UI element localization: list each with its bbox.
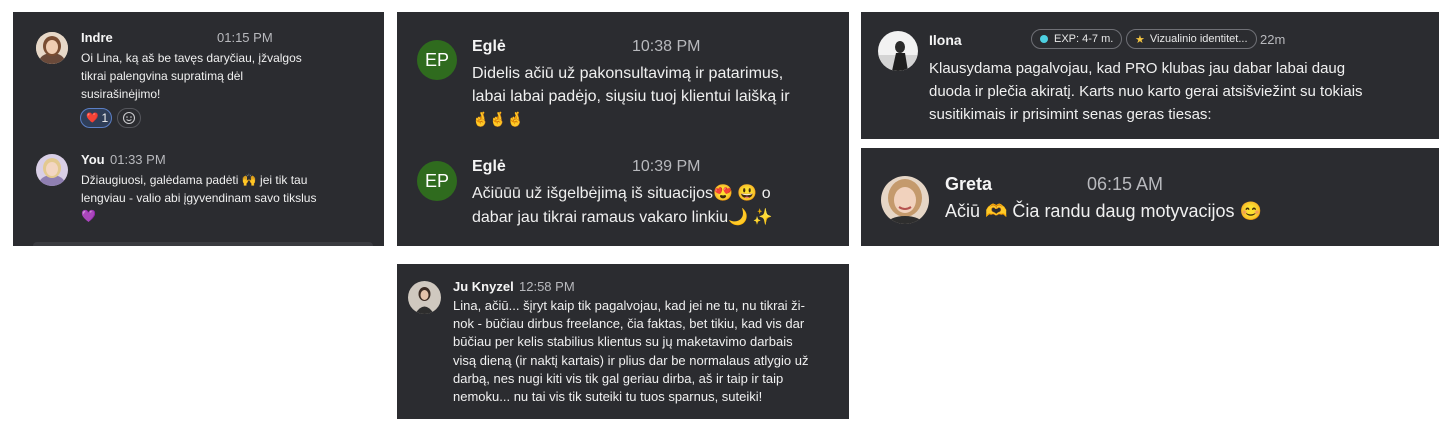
message-text: Ačiūūū už išgelbėjimą iš situacijos😍 😃 o… bbox=[472, 182, 772, 230]
message-author[interactable]: Ilona bbox=[929, 32, 962, 48]
message-timestamp: 06:15 AM bbox=[1087, 174, 1164, 194]
message-author[interactable]: Eglė bbox=[472, 38, 506, 56]
experience-badge[interactable]: EXP: 4-7 m. bbox=[1031, 29, 1123, 49]
avatar-you[interactable] bbox=[36, 154, 68, 186]
avatar-ilona-image bbox=[878, 31, 918, 71]
message-line: lengviau - valio abi įgyvendinam savo ti… bbox=[81, 191, 317, 205]
avatar-greta-image bbox=[881, 176, 929, 224]
chat-card-greta: Greta 06:15 AM Ačiū 🫶 Čia randu daug mot… bbox=[861, 148, 1439, 246]
message-line: susirašinėjimo! bbox=[81, 87, 161, 101]
message-text: Didelis ačiū už pakonsultavimą ir patari… bbox=[472, 62, 790, 131]
message-line: Lina, ačiū... šįryt kaip tik pagalvojau,… bbox=[453, 298, 805, 313]
message-line: 🤞🤞🤞 bbox=[472, 111, 525, 127]
message-line: 💜 bbox=[81, 209, 96, 223]
message-timestamp: 10:39 PM bbox=[632, 158, 701, 175]
message-text: Lina, ačiū... šįryt kaip tik pagalvojau,… bbox=[453, 297, 809, 406]
message-line: dabar jau tikrai ramaus vakaro linkiu🌙 ✨ bbox=[472, 209, 773, 226]
message-author[interactable]: Indre bbox=[81, 30, 113, 45]
avatar-egle[interactable]: EP bbox=[417, 40, 457, 80]
avatar-greta[interactable] bbox=[881, 176, 929, 224]
avatar-egle[interactable]: EP bbox=[417, 161, 457, 201]
message-line: Džiaugiuosi, galėdama padėti 🙌 jei tik t… bbox=[81, 173, 308, 187]
avatar-ju-image bbox=[408, 281, 441, 314]
message-line: darbą, nes nugi kiti vis tik gal geriau … bbox=[453, 370, 784, 386]
avatar-initials: EP bbox=[424, 170, 449, 191]
chat-card-indre: Indre 01:15 PM Oi Lina, ką aš be tavęs d… bbox=[13, 12, 384, 246]
avatar-ilona[interactable] bbox=[878, 31, 918, 71]
chat-card-egle: EP Eglė 10:38 PM Didelis ačiū už pakonsu… bbox=[397, 12, 849, 246]
heart-emoji-icon: ❤️ bbox=[86, 112, 99, 124]
message-line: Oi Lina, ką aš be tavęs daryčiau, įžvalg… bbox=[81, 51, 302, 65]
message-line: Klausydama pagalvojau, kad PRO klubas ja… bbox=[929, 60, 1346, 77]
message-line: Ačiūūū už išgelbėjimą iš situacijos😍 😃 o bbox=[472, 185, 771, 202]
badge-label: EXP: 4-7 m. bbox=[1054, 33, 1114, 45]
smiley-add-icon bbox=[122, 111, 136, 125]
reaction-count: 1 bbox=[101, 111, 109, 125]
message-author[interactable]: You bbox=[81, 152, 105, 167]
message-line: visą dieną (ir naktį kartais) ir plius d… bbox=[453, 352, 809, 368]
message-author[interactable]: Greta bbox=[945, 174, 992, 195]
message-line: būčiau per kelis stabilius klientus su j… bbox=[453, 334, 793, 350]
message-line: Didelis ačiū už pakonsultavimą ir patari… bbox=[472, 65, 784, 82]
message-line: nok - būčiau dirbus freelance, čia fakta… bbox=[453, 316, 805, 332]
message-text: Ačiū 🫶 Čia randu daug motyvacijos 😊 bbox=[945, 201, 1262, 221]
message-author[interactable]: Eglė bbox=[472, 158, 506, 176]
reaction-heart[interactable]: ❤️ 1 bbox=[80, 108, 112, 128]
avatar-you-image bbox=[36, 154, 68, 186]
experience-dot-icon bbox=[1040, 35, 1048, 43]
message-text: Oi Lina, ką aš be tavęs daryčiau, įžvalg… bbox=[81, 49, 302, 103]
message-line: duoda ir plečia akiratį. Karts nuo karto… bbox=[929, 83, 1363, 100]
message-line: tikrai palengvina supratimą dėl bbox=[81, 69, 244, 83]
message-line: nemoku... nu tai vis tik suteiki tu tuos… bbox=[453, 389, 763, 405]
avatar-ju[interactable] bbox=[408, 281, 441, 314]
star-icon: ★ bbox=[1135, 33, 1145, 46]
avatar-indre-image bbox=[36, 32, 68, 64]
message-text: Klausydama pagalvojau, kad PRO klubas ja… bbox=[929, 57, 1363, 126]
message-line: labai labai padėjo, siųsiu tuoj klientui… bbox=[472, 88, 790, 105]
badge-label: Vizualinio identitet... bbox=[1149, 33, 1248, 45]
message-timestamp: 12:58 PM bbox=[519, 279, 575, 294]
composer-edge bbox=[33, 242, 373, 246]
message-timestamp: 01:15 PM bbox=[217, 30, 273, 45]
message-author[interactable]: Ju Knyzel bbox=[453, 279, 514, 294]
chat-card-ju: Ju Knyzel 12:58 PM Lina, ačiū... šįryt k… bbox=[397, 264, 849, 419]
message-timestamp: 01:33 PM bbox=[110, 152, 166, 167]
avatar-indre[interactable] bbox=[36, 32, 68, 64]
avatar-initials: EP bbox=[424, 49, 449, 70]
message-timestamp: 22m bbox=[1260, 32, 1286, 47]
message-text: Džiaugiuosi, galėdama padėti 🙌 jei tik t… bbox=[81, 171, 316, 225]
message-timestamp: 10:38 PM bbox=[632, 38, 701, 55]
message-line: susitikimais ir prisimint senas geras ti… bbox=[929, 106, 1212, 123]
role-badge[interactable]: ★ Vizualinio identitet... bbox=[1126, 29, 1257, 49]
chat-card-ilona: Ilona EXP: 4-7 m. ★ Vizualinio identitet… bbox=[861, 12, 1439, 139]
add-reaction-button[interactable] bbox=[117, 108, 141, 128]
